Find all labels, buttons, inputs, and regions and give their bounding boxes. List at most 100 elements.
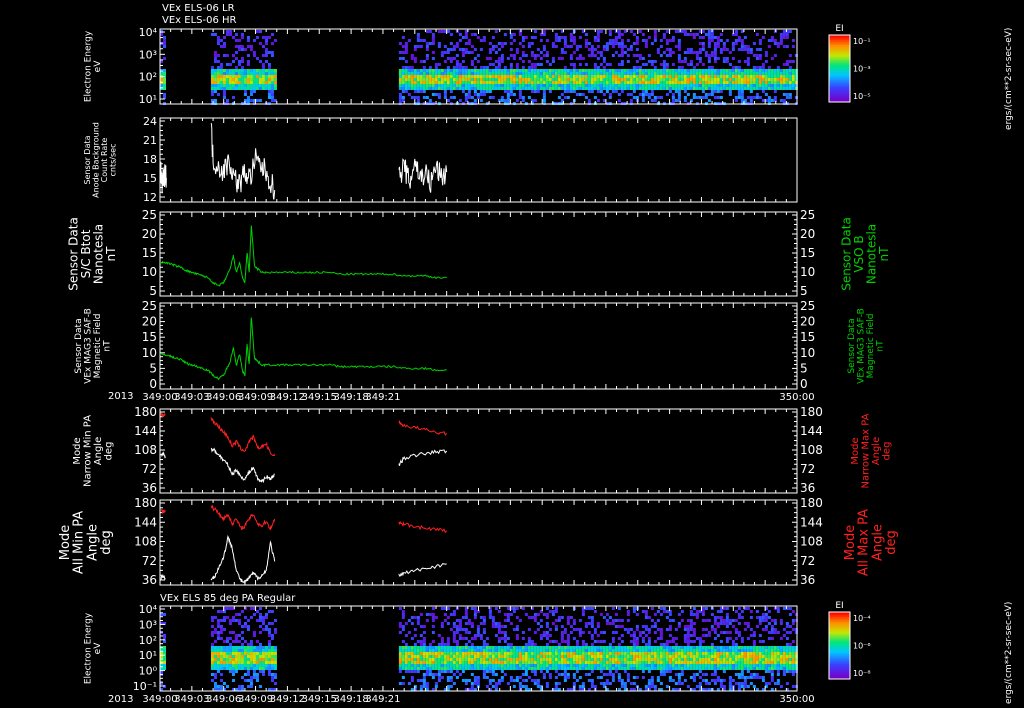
heatmap-cell (641, 75, 645, 78)
heatmap-cell (506, 649, 510, 652)
heatmap-cell (255, 655, 259, 658)
heatmap-cell (509, 54, 513, 57)
heatmap-cell (560, 57, 564, 60)
heatmap-cell (255, 676, 259, 679)
heatmap-cell (431, 57, 435, 60)
heatmap-cell (755, 78, 759, 81)
heatmap-cell (578, 658, 582, 661)
heatmap-cell (163, 78, 166, 81)
heatmap-cell (545, 637, 549, 640)
heatmap-cell (473, 607, 477, 610)
heatmap-cell (234, 652, 238, 655)
heatmap-cell (713, 54, 717, 57)
heatmap-cell (506, 655, 510, 658)
heatmap-cell (650, 75, 654, 78)
heatmap-cell (491, 63, 495, 66)
heatmap-cell (270, 78, 274, 81)
heatmap-cell (524, 81, 528, 84)
heatmap-cell (410, 78, 414, 81)
heatmap-cell (240, 66, 244, 69)
heatmap-cell (527, 42, 531, 45)
heatmap-cell (539, 658, 543, 661)
heatmap-cell (419, 652, 423, 655)
heatmap-cell (581, 655, 585, 658)
heatmap-cell (216, 661, 220, 664)
heatmap-cell (626, 39, 630, 42)
heatmap-cell (644, 93, 648, 96)
heatmap-cell (530, 66, 534, 69)
heatmap-cell (593, 69, 597, 72)
heatmap-cell (255, 619, 259, 622)
heatmap-cell (743, 45, 747, 48)
heatmap-cell (638, 649, 642, 652)
heatmap-cell (548, 676, 552, 679)
heatmap-cell (512, 667, 516, 670)
heatmap-cell (407, 646, 411, 649)
heatmap-cell (228, 667, 232, 670)
panel5-ylabel: Mode Narrow Min PA Angle deg (72, 415, 115, 487)
heatmap-cell (662, 66, 666, 69)
heatmap-cell (497, 637, 501, 640)
heatmap-cell (608, 673, 612, 676)
heatmap-cell (719, 75, 723, 78)
heatmap-cell (440, 664, 444, 667)
heatmap-cell (401, 81, 405, 84)
heatmap-cell (608, 33, 612, 36)
heatmap-cell (593, 664, 597, 667)
heatmap-cell (455, 676, 459, 679)
heatmap-cell (258, 613, 262, 616)
heatmap-cell (509, 69, 513, 72)
heatmap-cell (216, 658, 220, 661)
heatmap-cell (255, 78, 259, 81)
heatmap-cell (497, 658, 501, 661)
panel4-ylabel-line: nT (102, 340, 112, 352)
heatmap-cell (779, 39, 783, 42)
heatmap-cell (665, 652, 669, 655)
heatmap-cell (404, 87, 408, 90)
heatmap-cell (563, 66, 567, 69)
heatmap-cell (431, 51, 435, 54)
heatmap-cell (270, 676, 274, 679)
heatmap-cell (713, 78, 717, 81)
heatmap-cell (515, 628, 519, 631)
heatmap-cell (425, 45, 429, 48)
heatmap-cell (560, 649, 564, 652)
heatmap-cell (779, 69, 783, 72)
heatmap-cell (713, 84, 717, 87)
heatmap-cell (467, 679, 471, 682)
heatmap-cell (267, 649, 271, 652)
heatmap-cell (425, 84, 429, 87)
heatmap-cell (210, 661, 214, 664)
heatmap-cell (668, 72, 672, 75)
heatmap-cell (512, 93, 516, 96)
heatmap-cell (261, 84, 265, 87)
heatmap-cell (237, 48, 241, 51)
heatmap-cell (524, 664, 528, 667)
heatmap-cell (719, 39, 723, 42)
heatmap-cell (428, 646, 432, 649)
panel6-ytick-label: 72 (142, 554, 157, 568)
heatmap-cell (219, 75, 223, 78)
panel4-ytick-rlabel: 5 (800, 361, 808, 375)
heatmap-cell (563, 87, 567, 90)
heatmap-cell (629, 87, 633, 90)
heatmap-cell (620, 72, 624, 75)
heatmap-cell (563, 652, 567, 655)
heatmap-cell (470, 643, 474, 646)
heatmap-cell (401, 667, 405, 670)
heatmap-cell (163, 658, 166, 661)
heatmap-cell (548, 658, 552, 661)
heatmap-cell (270, 637, 274, 640)
heatmap-cell (222, 81, 226, 84)
heatmap-cell (216, 610, 220, 613)
heatmap-cell (572, 655, 576, 658)
heatmap-cell (470, 682, 474, 685)
heatmap-cell (764, 69, 768, 72)
heatmap-cell (440, 676, 444, 679)
heatmap-cell (452, 652, 456, 655)
heatmap-cell (273, 72, 277, 75)
heatmap-cell (270, 96, 274, 99)
heatmap-cell (590, 622, 594, 625)
heatmap-cell (662, 610, 666, 613)
heatmap-cell (437, 84, 441, 87)
